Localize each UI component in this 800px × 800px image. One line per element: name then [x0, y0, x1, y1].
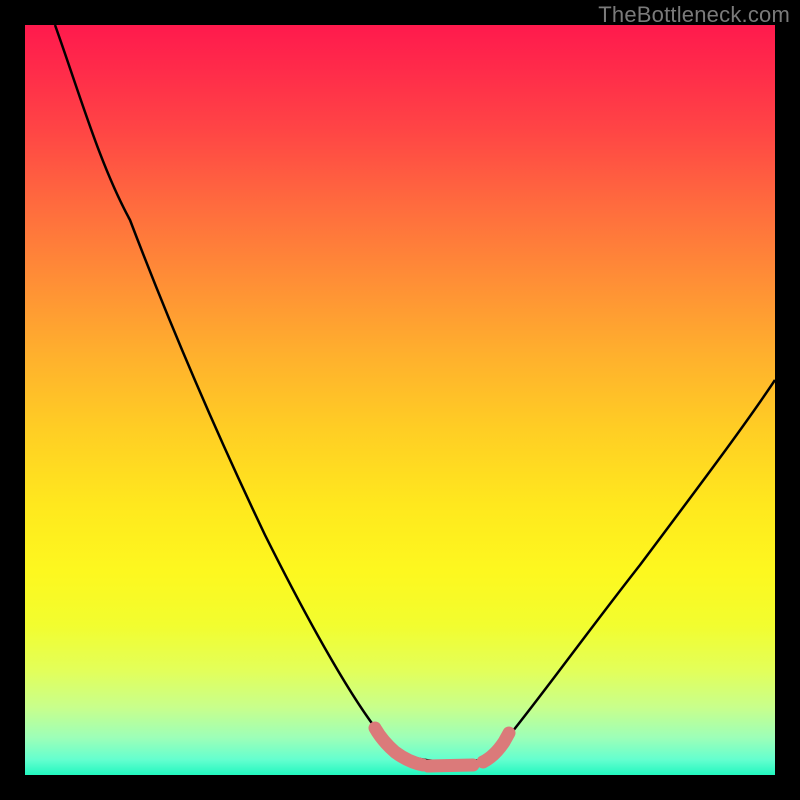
chart-frame: TheBottleneck.com — [0, 0, 800, 800]
optimal-highlight-left — [375, 728, 423, 765]
optimal-highlight-bottom — [428, 765, 473, 766]
plot-area — [25, 25, 775, 775]
optimal-highlight-right — [483, 733, 509, 762]
bottleneck-curve — [55, 25, 775, 762]
bottleneck-curve-svg — [25, 25, 775, 775]
